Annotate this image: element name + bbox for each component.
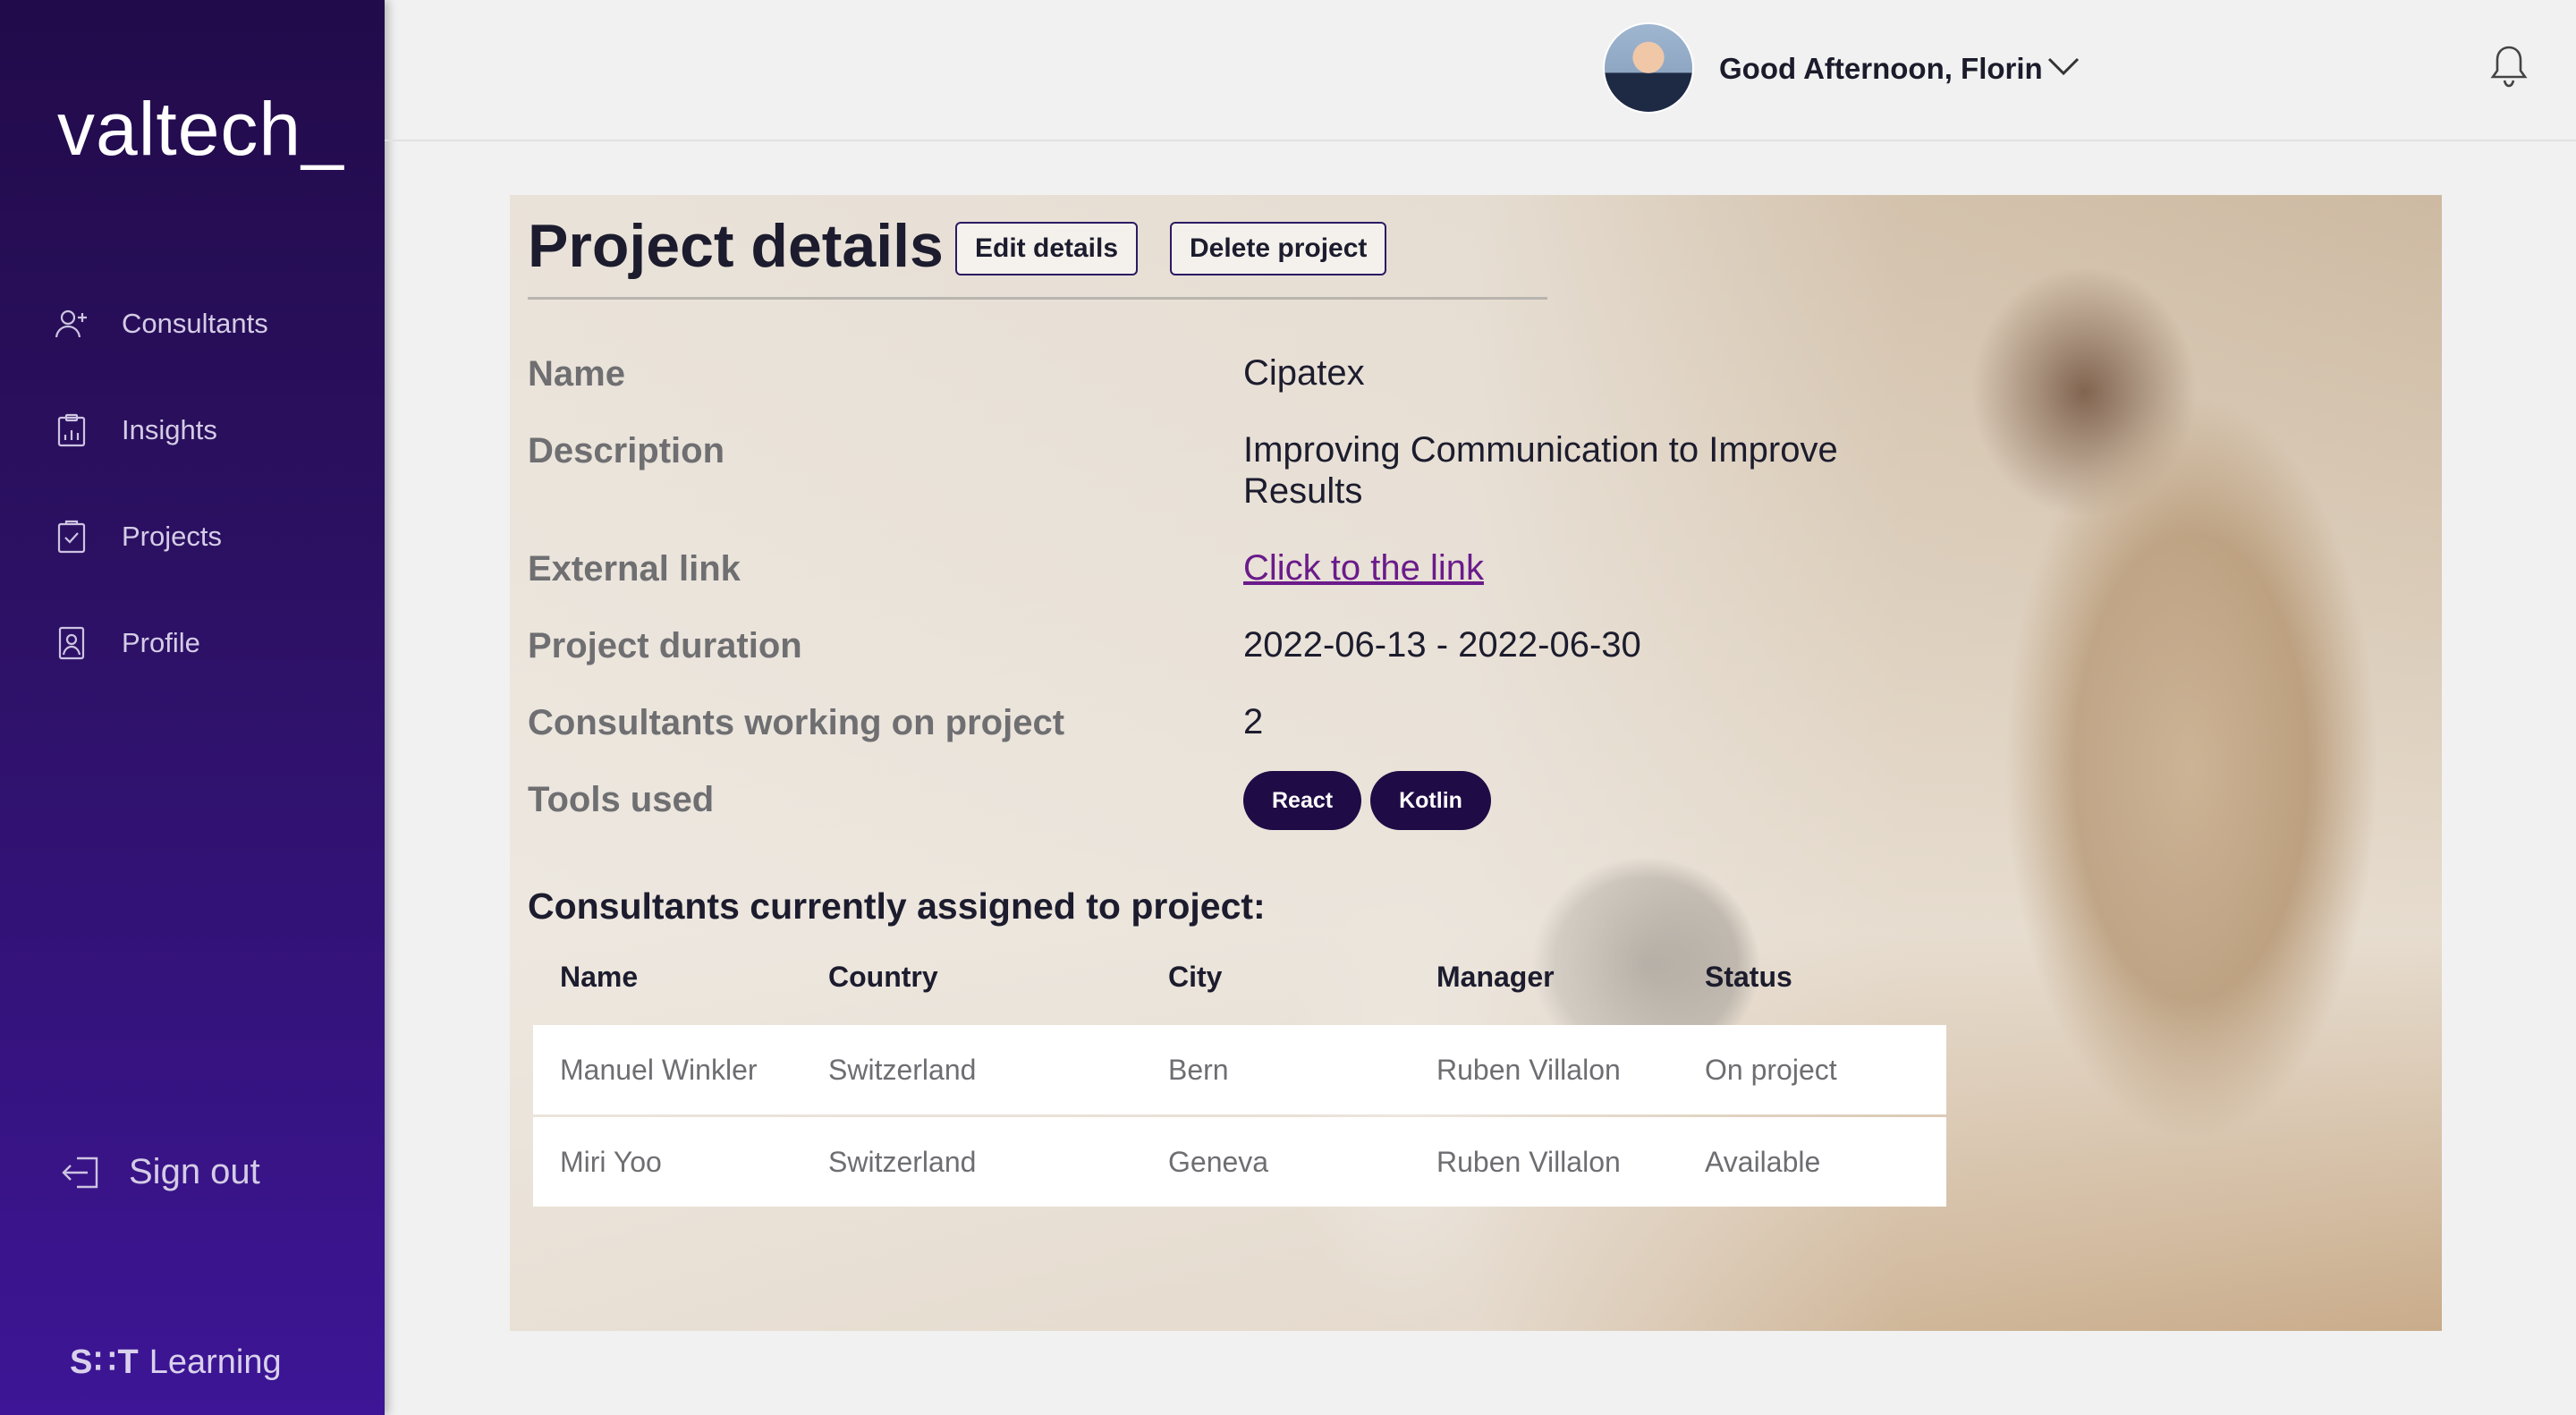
sign-out-button[interactable]: Sign out <box>61 1152 260 1192</box>
sign-out-icon <box>62 1157 98 1188</box>
table-row[interactable]: Miri Yoo Switzerland Geneva Ruben Villal… <box>533 1117 1946 1207</box>
sidebar-item-projects[interactable]: Projects <box>52 510 222 563</box>
name-value: Cipatex <box>1243 353 1365 393</box>
cell-name: Miri Yoo <box>560 1146 662 1178</box>
cell-city: Geneva <box>1168 1146 1269 1178</box>
sidebar-item-label: Consultants <box>122 308 268 339</box>
table-row[interactable]: Manuel Winkler Switzerland Bern Ruben Vi… <box>533 1025 1946 1114</box>
description-label: Description <box>528 431 725 470</box>
column-header-country: Country <box>828 961 938 993</box>
avatar[interactable] <box>1603 22 1694 114</box>
edit-details-button[interactable]: Edit details <box>955 222 1139 275</box>
set-brand-mark: S∷T <box>70 1343 140 1381</box>
cell-name: Manuel Winkler <box>560 1054 758 1086</box>
page-title: Project details <box>528 212 944 280</box>
valtech-logo[interactable]: valtech_ <box>57 86 344 173</box>
assigned-consultants-heading: Consultants currently assigned to projec… <box>528 885 1266 927</box>
cell-status: Available <box>1705 1146 1821 1178</box>
cell-country: Switzerland <box>828 1146 977 1178</box>
tool-chip-react[interactable]: React <box>1243 771 1362 830</box>
clipboard-check-icon <box>52 517 91 556</box>
cell-country: Switzerland <box>828 1054 977 1086</box>
set-brand-text: Learning <box>148 1343 282 1381</box>
column-header-city: City <box>1168 961 1223 993</box>
sidebar-item-insights[interactable]: Insights <box>52 403 217 457</box>
description-value: Improving Communication to Improve Resul… <box>1243 430 1838 511</box>
set-learning-logo: S∷T Learning <box>70 1342 282 1382</box>
add-user-icon <box>52 304 91 343</box>
clipboard-chart-icon <box>52 411 91 450</box>
column-header-name: Name <box>560 961 639 993</box>
column-header-manager: Manager <box>1436 961 1555 993</box>
sidebar-item-label: Insights <box>122 414 217 445</box>
external-link-text[interactable]: Click to the link <box>1243 548 1484 588</box>
sidebar: valtech_ Consultants Insights Projects P… <box>0 0 385 1415</box>
name-label: Name <box>528 354 625 394</box>
sidebar-item-consultants[interactable]: Consultants <box>52 297 268 351</box>
greeting-text: Good Afternoon, Florin <box>1719 52 2043 85</box>
tools-list: React Kotlin <box>1243 771 1500 830</box>
tools-used-label: Tools used <box>528 780 715 819</box>
project-duration-label: Project duration <box>528 626 802 665</box>
cell-city: Bern <box>1168 1054 1229 1086</box>
title-divider <box>528 297 1547 300</box>
bell-icon[interactable] <box>2489 43 2529 92</box>
tool-chip-kotlin[interactable]: Kotlin <box>1370 771 1491 830</box>
sidebar-item-label: Projects <box>122 521 222 552</box>
cell-manager: Ruben Villalon <box>1436 1054 1621 1086</box>
external-link[interactable]: Click to the link <box>1243 547 1484 589</box>
sidebar-item-label: Profile <box>122 627 200 658</box>
cell-manager: Ruben Villalon <box>1436 1146 1621 1178</box>
delete-project-button[interactable]: Delete project <box>1170 222 1387 275</box>
consultants-count-label: Consultants working on project <box>528 703 1065 742</box>
external-link-label: External link <box>528 549 741 589</box>
id-badge-icon <box>52 623 91 663</box>
top-header <box>385 0 2576 141</box>
sign-out-label: Sign out <box>129 1152 260 1191</box>
sidebar-item-profile[interactable]: Profile <box>52 616 200 670</box>
consultants-count-value: 2 <box>1243 702 1264 741</box>
chevron-down-icon[interactable] <box>2046 54 2081 85</box>
cell-status: On project <box>1705 1054 1837 1086</box>
column-header-status: Status <box>1705 961 1792 993</box>
project-duration-value: 2022-06-13 - 2022-06-30 <box>1243 625 1641 665</box>
